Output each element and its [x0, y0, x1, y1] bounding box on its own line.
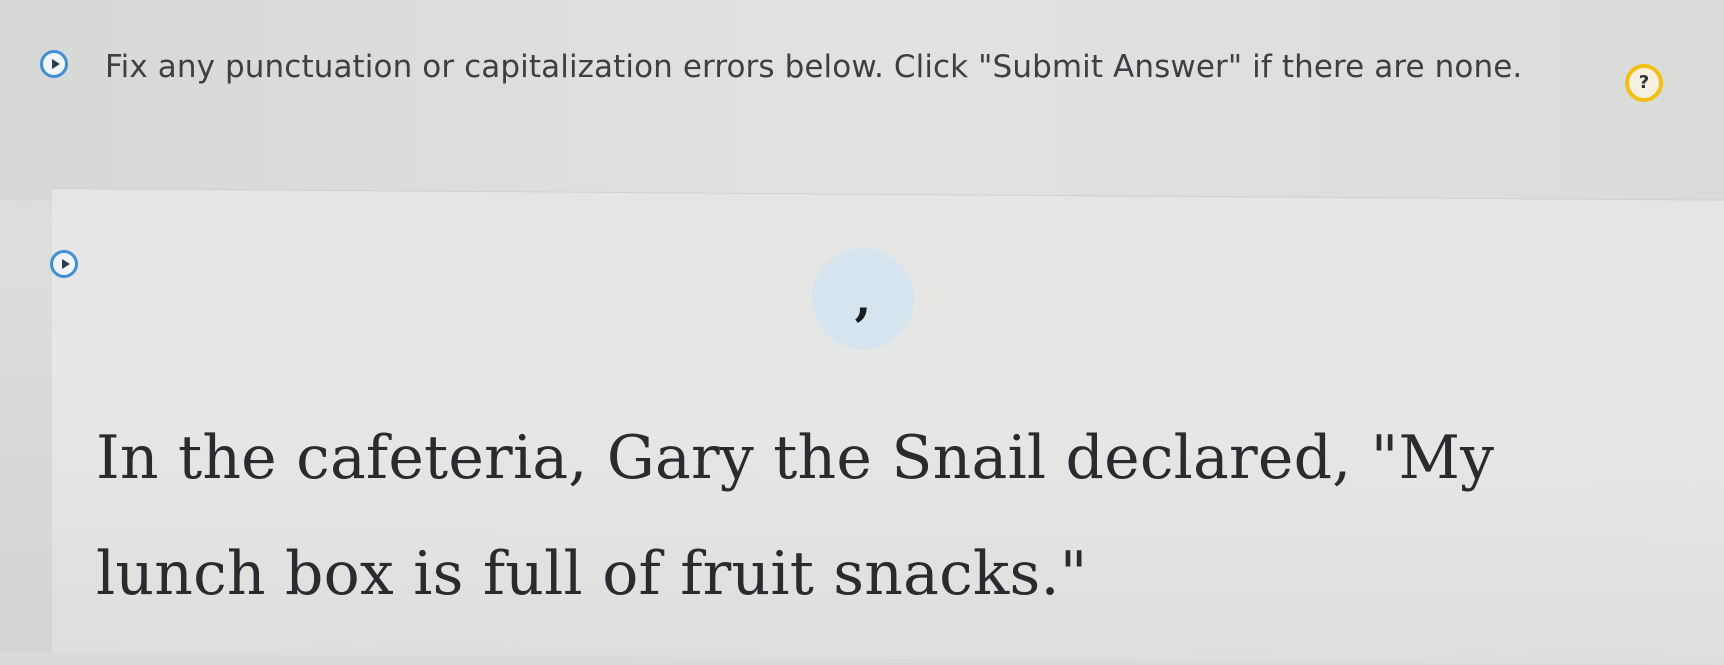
instruction-text: Fix any punctuation or capitalization er…	[105, 49, 1523, 85]
instruction-play-icon[interactable]	[40, 50, 68, 78]
comma-punctuation-button[interactable]: ,	[812, 248, 914, 350]
help-icon[interactable]: ?	[1625, 64, 1663, 102]
question-sentence[interactable]: In the cafeteria, Gary the Snail declare…	[96, 400, 1656, 632]
instruction-bar	[0, 0, 1724, 200]
sentence-play-icon[interactable]	[50, 250, 78, 278]
